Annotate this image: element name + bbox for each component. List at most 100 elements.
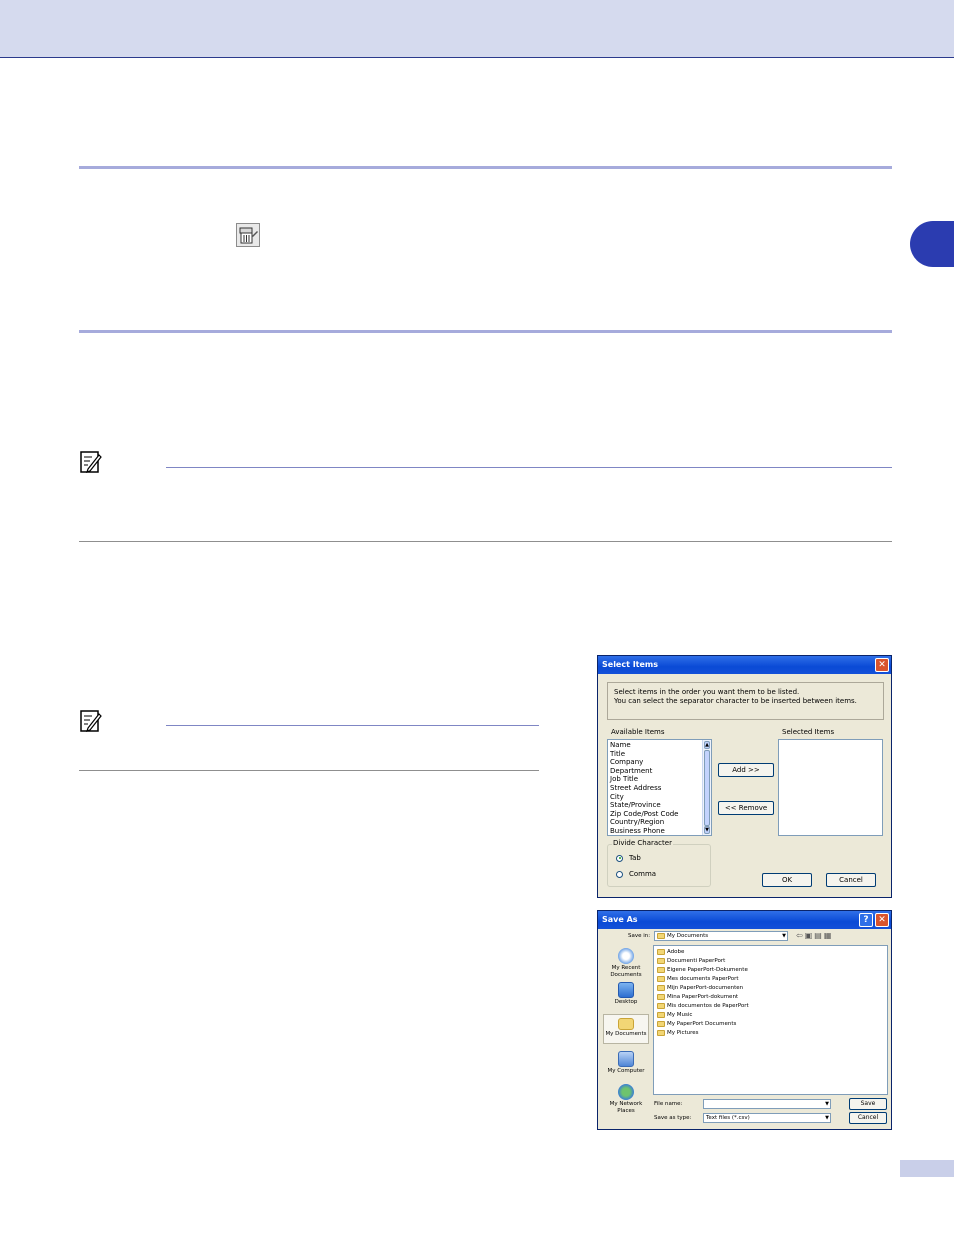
divide-character-group: Divide Character Tab Comma [607, 839, 711, 887]
place-my-network-places[interactable]: My Network Places [603, 1084, 649, 1114]
folder-name: Eigene PaperPort-Dokumente [667, 967, 748, 973]
save-in-label: Save in: [628, 933, 651, 939]
available-items-list[interactable]: Name Title Company Department Job Title … [607, 739, 712, 836]
list-item[interactable]: Job Title [610, 775, 711, 784]
scroll-down-icon[interactable]: ▼ [704, 826, 710, 834]
list-item[interactable]: Title [610, 750, 711, 759]
chevron-down-icon[interactable]: ▼ [825, 1100, 829, 1108]
selected-items-label: Selected Items [782, 728, 835, 736]
instruction-line: Select items in the order you want them … [614, 688, 800, 696]
save-in-select[interactable]: My Documents ▼ [654, 931, 788, 941]
folder-name: Mes documents PaperPort [667, 976, 739, 982]
scroll-thumb[interactable] [704, 750, 710, 826]
note-rule-bottom [79, 770, 539, 771]
radio-unselected-icon[interactable] [616, 870, 623, 878]
folder-icon [657, 975, 665, 982]
radio-tab[interactable]: Tab [616, 854, 641, 862]
folder-icon [657, 984, 665, 991]
save-as-dialog: Save As ? ✕ Save in: My Documents ▼ ⇦▣▤▦… [597, 910, 892, 1130]
list-item[interactable]: Street Address [610, 784, 711, 793]
selected-items-list[interactable] [778, 739, 883, 836]
remove-button[interactable]: << Remove [718, 801, 774, 815]
folder-item[interactable]: Mina PaperPort-dokument [657, 993, 887, 1002]
note-rule-top [166, 467, 892, 468]
chevron-down-icon[interactable]: ▼ [782, 932, 786, 940]
desktop-icon [618, 982, 634, 998]
close-icon[interactable]: ✕ [875, 913, 889, 927]
places-bar: My Recent Documents Desktop My Documents… [603, 946, 651, 1124]
my-computer-icon [618, 1051, 634, 1067]
folder-icon [657, 993, 665, 1000]
note-rule-bottom [79, 541, 892, 542]
save-as-type-value: Text files (*.csv) [706, 1115, 750, 1121]
radio-label: Tab [629, 854, 641, 862]
list-item[interactable]: Company [610, 758, 711, 767]
up-folder-icon[interactable]: ▣ [805, 931, 815, 940]
folder-item[interactable]: Eigene PaperPort-Dokumente [657, 966, 887, 975]
place-label: My Documents [605, 1031, 647, 1037]
file-name-input[interactable]: ▼ [703, 1099, 831, 1109]
radio-selected-icon[interactable] [616, 854, 623, 862]
page-number-tab [900, 1160, 954, 1177]
note-rule-top [166, 725, 539, 726]
list-item[interactable]: City [610, 793, 711, 802]
recent-documents-icon [618, 948, 634, 964]
folder-item[interactable]: Adobe [657, 948, 887, 957]
chevron-down-icon[interactable]: ▼ [825, 1114, 829, 1122]
help-icon[interactable]: ? [859, 913, 873, 927]
list-item[interactable]: Zip Code/Post Code [610, 810, 711, 819]
back-icon[interactable]: ⇦ [796, 931, 805, 940]
place-label: My Computer [607, 1068, 645, 1074]
folder-name: My PaperPort Documents [667, 1021, 737, 1027]
place-my-documents[interactable]: My Documents [603, 1014, 649, 1044]
radio-comma[interactable]: Comma [616, 870, 656, 878]
header-band [0, 0, 954, 58]
folder-icon [657, 932, 665, 939]
list-item[interactable]: Department [610, 767, 711, 776]
place-my-computer[interactable]: My Computer [603, 1051, 649, 1075]
save-button[interactable]: Save [849, 1098, 887, 1110]
scroll-up-icon[interactable]: ▲ [704, 741, 710, 749]
close-icon[interactable]: ✕ [875, 658, 889, 672]
views-menu-icon[interactable]: ▦ [824, 931, 834, 940]
folder-item[interactable]: My Pictures [657, 1029, 887, 1038]
file-list[interactable]: Adobe Documenti PaperPort Eigene PaperPo… [653, 945, 888, 1095]
save-toolbar[interactable]: ⇦▣▤▦ [796, 931, 833, 941]
place-label: My Network Places [609, 1101, 643, 1114]
folder-name: Mis documentos de PaperPort [667, 1003, 749, 1009]
folder-item[interactable]: My Music [657, 1011, 887, 1020]
radio-label: Comma [629, 870, 657, 878]
folder-item[interactable]: Mis documentos de PaperPort [657, 1002, 887, 1011]
folder-item[interactable]: Mes documents PaperPort [657, 975, 887, 984]
dialog-title-bar: Save As ? ✕ [598, 911, 891, 929]
list-item[interactable]: Business Phone [610, 827, 711, 835]
ok-button[interactable]: OK [762, 873, 812, 887]
note-pencil-icon [80, 451, 102, 473]
list-item[interactable]: State/Province [610, 801, 711, 810]
save-as-type-select[interactable]: Text files (*.csv) ▼ [703, 1113, 831, 1123]
add-button[interactable]: Add >> [718, 763, 774, 777]
folder-icon [657, 948, 665, 955]
section-rule-2 [79, 330, 892, 333]
folder-item[interactable]: Mijn PaperPort-documenten [657, 984, 887, 993]
folder-icon [657, 957, 665, 964]
cancel-button[interactable]: Cancel [849, 1112, 887, 1124]
new-folder-icon[interactable]: ▤ [814, 931, 824, 940]
dialog-title: Select Items [602, 660, 659, 669]
instruction-line: You can select the separator character t… [614, 697, 857, 705]
cancel-button[interactable]: Cancel [826, 873, 876, 887]
folder-item[interactable]: Documenti PaperPort [657, 957, 887, 966]
folder-name: Mijn PaperPort-documenten [667, 985, 744, 991]
folder-icon [657, 1011, 665, 1018]
list-scrollbar[interactable]: ▲ ▼ [702, 740, 711, 835]
divide-character-label: Divide Character [612, 839, 673, 847]
file-name-label: File name: [654, 1101, 683, 1107]
folder-icon [657, 1002, 665, 1009]
list-item[interactable]: Country/Region [610, 818, 711, 827]
dialog-title: Save As [602, 915, 638, 924]
chapter-tab [910, 221, 954, 267]
place-desktop[interactable]: Desktop [603, 982, 649, 1006]
place-my-recent-documents[interactable]: My Recent Documents [603, 948, 649, 978]
folder-item[interactable]: My PaperPort Documents [657, 1020, 887, 1029]
list-item[interactable]: Name [610, 741, 711, 750]
